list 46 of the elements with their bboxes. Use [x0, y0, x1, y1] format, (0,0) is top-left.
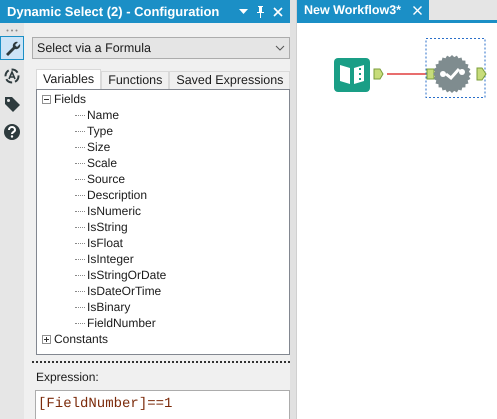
tree-item[interactable]: IsDateOrTime: [87, 282, 162, 300]
minus-icon: [44, 96, 49, 102]
dropdown-icon[interactable]: [239, 8, 248, 14]
connection-line: [387, 73, 427, 75]
collapse-toggle[interactable]: [42, 94, 51, 104]
tree-item[interactable]: IsFloat: [87, 234, 124, 252]
expression-field[interactable]: [FieldNumber]==1: [35, 390, 290, 419]
tree-item[interactable]: Fields: [54, 90, 86, 108]
chevron-down-icon: [275, 45, 286, 51]
tree-item[interactable]: IsStringOrDate: [87, 266, 166, 284]
output-anchor[interactable]: [476, 68, 487, 80]
book-tool-node[interactable]: [334, 58, 370, 92]
tree-item[interactable]: IsBinary: [87, 298, 130, 316]
panel-title: Dynamic Select (2) - Configuration: [7, 2, 220, 21]
help-icon: [3, 123, 21, 141]
tool-button[interactable]: [0, 36, 24, 60]
close-icon[interactable]: [413, 6, 422, 14]
grip-icon: [6, 29, 18, 32]
tree-item[interactable]: FieldNumber: [87, 314, 156, 332]
expand-toggle[interactable]: [42, 334, 51, 344]
tree-item[interactable]: IsNumeric: [87, 202, 142, 220]
tree-item[interactable]: Type: [87, 122, 114, 140]
tree-item[interactable]: Description: [87, 186, 148, 204]
tree-item[interactable]: Source: [87, 170, 126, 188]
tag-icon: [3, 95, 21, 113]
tab[interactable]: Variables: [36, 69, 102, 89]
plus-icon: [44, 336, 49, 342]
tab[interactable]: Saved Expressions: [169, 71, 290, 89]
tab-label: New Workflow3*: [304, 2, 402, 19]
tab[interactable]: Functions: [101, 71, 170, 89]
tree-item[interactable]: Size: [87, 138, 110, 156]
target-icon: [3, 67, 21, 85]
tree-item[interactable]: IsString: [87, 218, 128, 236]
expression-label: Expression:: [36, 369, 100, 386]
tree-item[interactable]: Name: [87, 106, 120, 124]
tree-item[interactable]: Constants: [54, 330, 108, 348]
tree-item[interactable]: Scale: [87, 154, 118, 172]
check-gear-node[interactable]: [426, 38, 486, 98]
output-anchor[interactable]: [374, 68, 384, 80]
tree-item[interactable]: IsInteger: [87, 250, 134, 268]
input-anchor[interactable]: [426, 68, 434, 80]
mode-dropdown[interactable]: Select via a Formula: [32, 37, 290, 59]
workflow-tab[interactable]: New Workflow3*: [297, 0, 430, 20]
pin-icon[interactable]: [256, 6, 265, 18]
workflow-canvas[interactable]: [297, 23, 497, 419]
close-icon[interactable]: [273, 6, 283, 16]
